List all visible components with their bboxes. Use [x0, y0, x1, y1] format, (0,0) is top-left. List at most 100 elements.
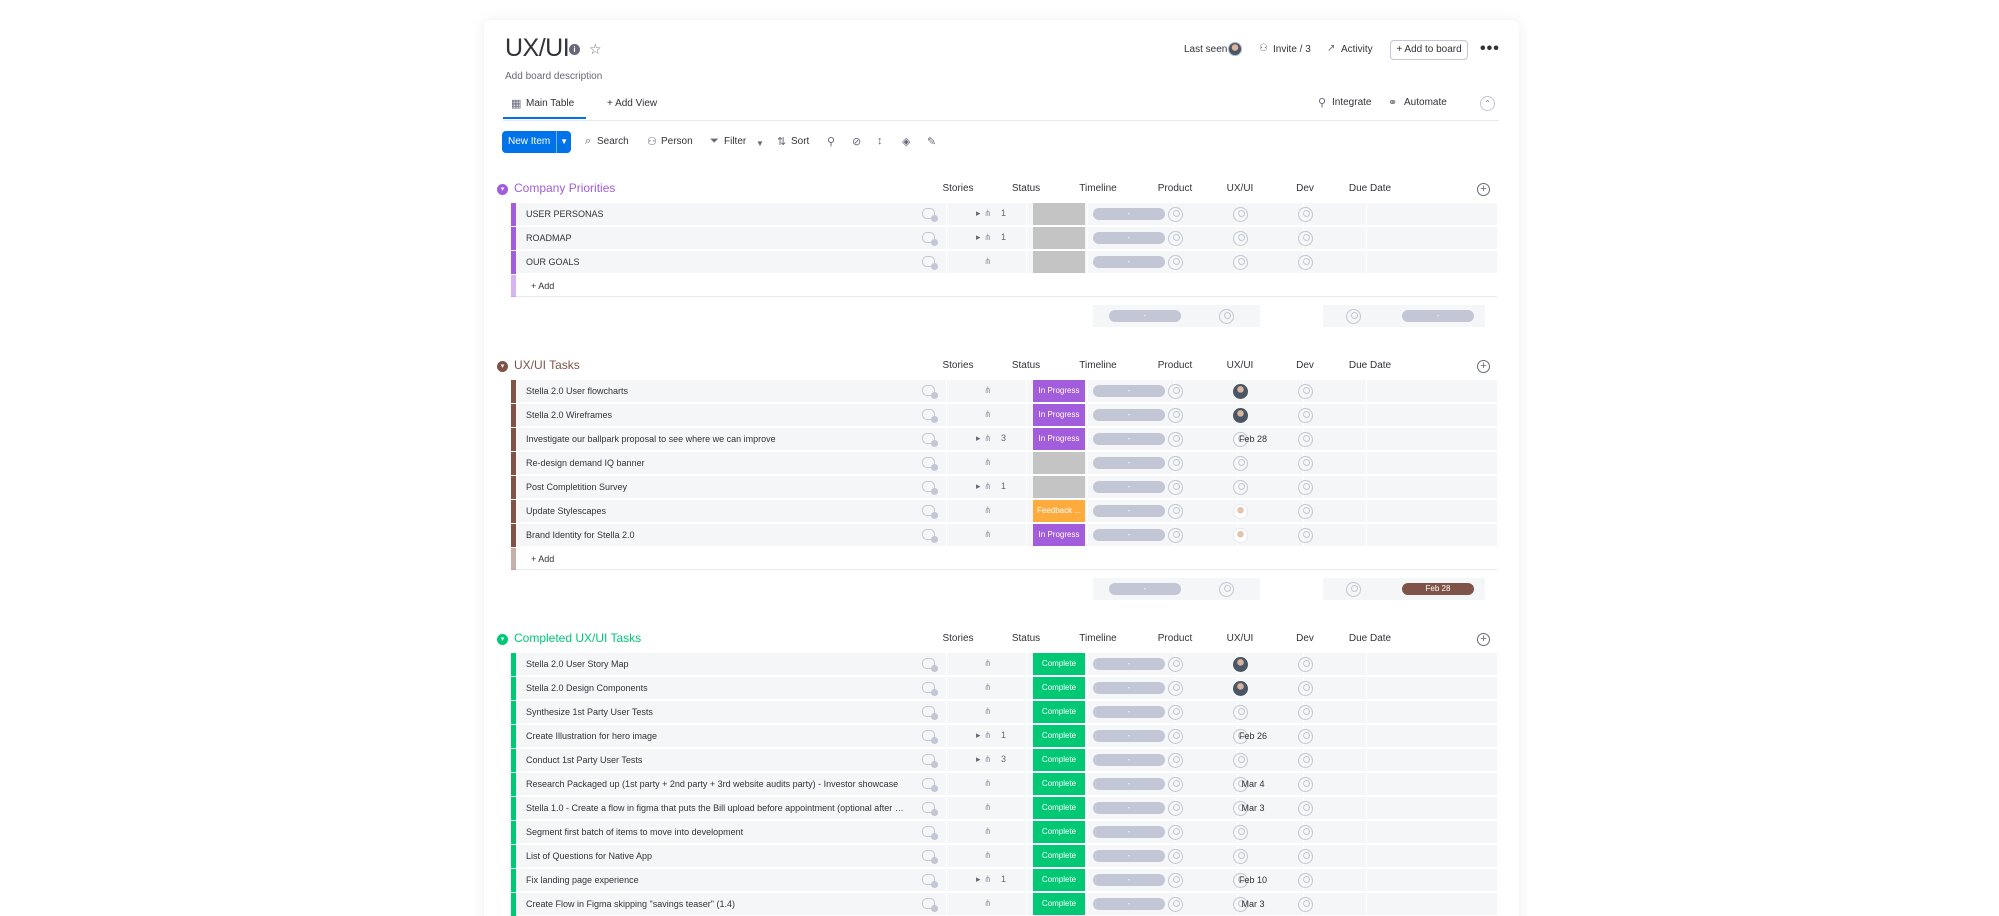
subitems-icon[interactable]: ⋔: [984, 706, 992, 717]
updates-icon[interactable]: [922, 481, 938, 495]
status-badge[interactable]: [1033, 452, 1085, 474]
dev-person-icon[interactable]: [1298, 480, 1313, 495]
uxui-person-icon[interactable]: [1233, 207, 1248, 222]
more-icon[interactable]: •••: [1480, 40, 1500, 58]
chevron-down-icon[interactable]: ▼: [560, 131, 568, 153]
product-person-icon[interactable]: [1168, 480, 1183, 495]
updates-icon[interactable]: [922, 658, 938, 672]
timeline-pill[interactable]: -: [1093, 826, 1165, 838]
status-badge[interactable]: Complete: [1033, 749, 1085, 771]
status-badge[interactable]: Complete: [1033, 677, 1085, 699]
column-header-product[interactable]: Product: [1140, 183, 1210, 194]
column-header-uxui[interactable]: UX/UI: [1205, 183, 1275, 194]
dev-person-icon[interactable]: [1298, 777, 1313, 792]
subitems-icon[interactable]: ⋔: [984, 898, 992, 909]
status-badge[interactable]: Complete: [1033, 845, 1085, 867]
add-to-board-button[interactable]: + Add to board: [1390, 40, 1468, 60]
uxui-person-icon[interactable]: [1233, 480, 1248, 495]
activity-button[interactable]: Activity: [1341, 44, 1373, 55]
add-item-row[interactable]: + Add: [511, 275, 1497, 297]
status-badge[interactable]: In Progress: [1033, 380, 1085, 402]
table-row[interactable]: Stella 2.0 Design Components ⋔ Complete -: [511, 677, 1497, 700]
timeline-pill[interactable]: -: [1093, 385, 1165, 397]
uxui-person-icon[interactable]: [1233, 255, 1248, 270]
sort-button[interactable]: Sort: [791, 136, 809, 147]
table-row[interactable]: Re-design demand IQ banner ⋔ -: [511, 452, 1497, 475]
subitems-icon[interactable]: ⋔: [984, 754, 992, 765]
subitems-icon[interactable]: ⋔: [984, 433, 992, 444]
uxui-avatar[interactable]: [1233, 528, 1248, 543]
dev-person-icon[interactable]: [1298, 849, 1313, 864]
dev-person-icon[interactable]: [1298, 504, 1313, 519]
subitems-icon[interactable]: ⋔: [984, 682, 992, 693]
subitems-icon[interactable]: ⋔: [984, 658, 992, 669]
timeline-pill[interactable]: -: [1093, 754, 1165, 766]
item-name[interactable]: Stella 2.0 User Story Map: [526, 659, 629, 669]
table-row[interactable]: Investigate our ballpark proposal to see…: [511, 428, 1497, 451]
column-header-dev[interactable]: Dev: [1270, 360, 1340, 371]
filter-chevron-icon[interactable]: ▼: [756, 139, 764, 148]
item-name[interactable]: Re-design demand IQ banner: [526, 458, 645, 468]
pin-icon[interactable]: ⚲: [827, 135, 835, 148]
item-name[interactable]: Create Flow in Figma skipping "savings t…: [526, 899, 735, 909]
product-person-icon[interactable]: [1168, 681, 1183, 696]
last-seen-avatar[interactable]: [1228, 42, 1242, 56]
updates-icon[interactable]: [922, 505, 938, 519]
updates-icon[interactable]: [922, 826, 938, 840]
subitems-icon[interactable]: ⋔: [984, 874, 992, 885]
subitems-icon[interactable]: ⋔: [984, 208, 992, 219]
timeline-pill[interactable]: -: [1093, 658, 1165, 670]
product-person-icon[interactable]: [1168, 897, 1183, 912]
status-badge[interactable]: [1033, 476, 1085, 498]
item-name[interactable]: Post Completition Survey: [526, 482, 627, 492]
product-person-icon[interactable]: [1168, 432, 1183, 447]
info-icon[interactable]: i: [569, 44, 580, 55]
status-badge[interactable]: [1033, 251, 1085, 273]
group-title[interactable]: Company Priorities: [514, 181, 615, 195]
item-name[interactable]: List of Questions for Native App: [526, 851, 652, 861]
timeline-pill[interactable]: -: [1093, 433, 1165, 445]
product-person-icon[interactable]: [1168, 255, 1183, 270]
due-date[interactable]: Feb 10: [1218, 875, 1288, 885]
status-badge[interactable]: Complete: [1033, 869, 1085, 891]
dev-person-icon[interactable]: [1298, 207, 1313, 222]
dev-person-icon[interactable]: [1298, 825, 1313, 840]
updates-icon[interactable]: [922, 433, 938, 447]
add-column-icon[interactable]: +: [1477, 360, 1490, 373]
dev-person-icon[interactable]: [1298, 384, 1313, 399]
table-row[interactable]: USER PERSONAS ▸ ⋔ 1 -: [511, 203, 1497, 226]
product-person-icon[interactable]: [1168, 705, 1183, 720]
group-title[interactable]: UX/UI Tasks: [514, 358, 580, 372]
integrate-button[interactable]: Integrate: [1332, 97, 1371, 108]
item-name[interactable]: Create Illustration for hero image: [526, 731, 657, 741]
status-badge[interactable]: In Progress: [1033, 428, 1085, 450]
updates-icon[interactable]: [922, 754, 938, 768]
item-name[interactable]: Segment first batch of items to move int…: [526, 827, 743, 837]
subitems-icon[interactable]: ⋔: [984, 529, 992, 540]
updates-icon[interactable]: [922, 706, 938, 720]
table-row[interactable]: Stella 2.0 User Story Map ⋔ Complete -: [511, 653, 1497, 676]
column-header-stories[interactable]: Stories: [923, 633, 993, 644]
status-badge[interactable]: [1033, 203, 1085, 225]
filter-button[interactable]: Filter: [724, 136, 746, 147]
product-person-icon[interactable]: [1168, 408, 1183, 423]
timeline-pill[interactable]: -: [1093, 208, 1165, 220]
dev-person-icon[interactable]: [1298, 231, 1313, 246]
column-header-dev[interactable]: Dev: [1270, 633, 1340, 644]
column-header-due[interactable]: Due Date: [1335, 183, 1405, 194]
product-person-icon[interactable]: [1168, 657, 1183, 672]
product-person-icon[interactable]: [1168, 456, 1183, 471]
status-badge[interactable]: In Progress: [1033, 524, 1085, 546]
add-column-icon[interactable]: +: [1477, 633, 1490, 646]
subitems-icon[interactable]: ⋔: [984, 826, 992, 837]
item-name[interactable]: Stella 1.0 - Create a flow in figma that…: [526, 803, 906, 813]
subitems-icon[interactable]: ⋔: [984, 802, 992, 813]
uxui-avatar[interactable]: [1233, 657, 1248, 672]
uxui-person-icon[interactable]: [1233, 705, 1248, 720]
uxui-person-icon[interactable]: [1233, 753, 1248, 768]
timeline-pill[interactable]: -: [1093, 457, 1165, 469]
uxui-person-icon[interactable]: [1233, 231, 1248, 246]
status-badge[interactable]: Complete: [1033, 893, 1085, 915]
updates-icon[interactable]: [922, 850, 938, 864]
subitems-icon[interactable]: ⋔: [984, 481, 992, 492]
